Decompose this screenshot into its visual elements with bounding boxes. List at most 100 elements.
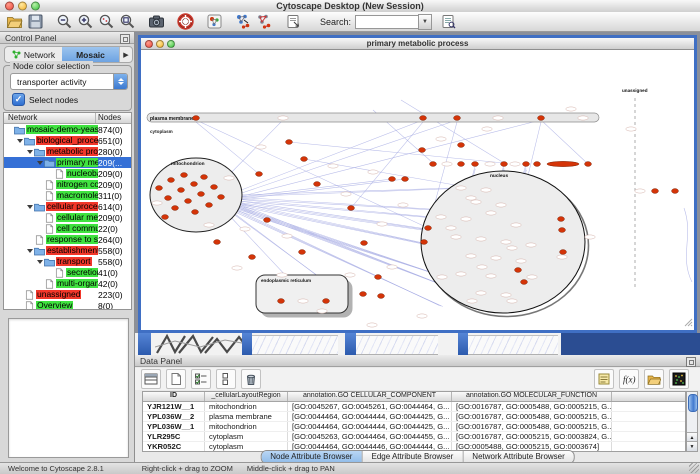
import-attributes-icon[interactable] <box>644 369 664 389</box>
vizmapper-icon[interactable] <box>206 13 223 30</box>
zoom-in-icon[interactable] <box>77 13 94 30</box>
tree-row[interactable]: cellular process614(0) <box>4 201 131 212</box>
tab-overflow-arrow[interactable]: ▶ <box>119 47 132 62</box>
search-input[interactable] <box>355 15 418 29</box>
toolbar-icons <box>6 13 314 30</box>
network-window-titlebar[interactable]: primary metabolic process <box>141 38 694 50</box>
tree-row[interactable]: establishment of lo558(0) <box>4 245 131 256</box>
new-network-from-selected-edges-icon[interactable] <box>256 13 273 30</box>
tree-row[interactable]: metabolic process280(0) <box>4 146 131 157</box>
window-resize-grip[interactable] <box>689 463 699 473</box>
search-config-icon[interactable] <box>440 13 457 30</box>
close-window-button[interactable] <box>5 2 14 11</box>
tree-row[interactable]: secretion41(0) <box>4 267 131 278</box>
tree-row[interactable]: primary metabo209(... <box>4 157 131 168</box>
search-dropdown-button[interactable]: ▼ <box>418 14 432 30</box>
network-window-controls <box>145 40 175 48</box>
zoom-selected-icon[interactable] <box>98 13 115 30</box>
zoom-out-icon[interactable] <box>56 13 73 30</box>
color-attribute-dropdown[interactable]: transporter activity <box>10 73 128 90</box>
tree-col-network[interactable]: Network <box>4 113 96 123</box>
canvas-resize-grip[interactable] <box>685 319 692 326</box>
network-graph[interactable]: plasma membrane cytoplasm mitochondrion … <box>141 50 694 328</box>
tree-row[interactable]: macromolecule311(0) <box>4 190 131 201</box>
network-view-window[interactable]: primary metabolic process plasma membran… <box>138 35 697 333</box>
attribute-table-header: ID_cellularLayoutRegionannotation.GO CEL… <box>143 392 685 402</box>
folder-icon <box>14 125 26 135</box>
scrollbar-thumb[interactable] <box>688 394 698 412</box>
network-zoom-button[interactable] <box>167 40 175 48</box>
file-icon <box>54 169 66 179</box>
disclosure-spacer <box>36 278 44 289</box>
minimize-window-button[interactable] <box>18 2 27 11</box>
folder-icon <box>34 147 46 157</box>
table-row[interactable]: YLR295Ccytoplasm[GO:0045263, GO:0044464,… <box>143 432 685 442</box>
tree-row-count: 874(0) <box>98 125 131 135</box>
new-network-from-selected-nodes-icon[interactable] <box>235 13 252 30</box>
disclosure-spacer <box>26 234 34 245</box>
status-zoom-hint: Right-click + drag to ZOOM <box>142 464 233 473</box>
disclosure-triangle-icon[interactable] <box>36 157 44 168</box>
new-attribute-icon[interactable] <box>166 369 186 389</box>
tree-row-label: transport <box>56 257 92 267</box>
tree-row[interactable]: nitrogen compo209(0) <box>4 179 131 190</box>
annotation-icon[interactable] <box>285 13 302 30</box>
tab-mosaic[interactable]: Mosaic <box>62 47 119 62</box>
mitochondrion-region[interactable] <box>150 158 242 232</box>
attribute-matrix-icon[interactable] <box>669 369 689 389</box>
tab-network-label: Network <box>24 50 55 60</box>
disclosure-triangle-icon[interactable] <box>26 146 34 157</box>
select-nodes-checkbox[interactable]: ✓ <box>12 93 25 106</box>
tree-row[interactable]: multi-organism pro42(0) <box>4 278 131 289</box>
float-panel-icon[interactable] <box>120 34 130 44</box>
select-attributes-icon[interactable] <box>191 369 211 389</box>
table-column-header[interactable]: _cellularLayoutRegion <box>205 392 288 401</box>
tree-row[interactable]: Overview8(0) <box>4 300 131 310</box>
delete-attribute-icon[interactable] <box>241 369 261 389</box>
network-minimize-button[interactable] <box>156 40 164 48</box>
tree-row[interactable]: unassigned223(0) <box>4 289 131 300</box>
zoom-window-button[interactable] <box>31 2 40 11</box>
tree-row[interactable]: transport558(0) <box>4 256 131 267</box>
tree-row[interactable]: response to stimul264(0) <box>4 234 131 245</box>
disclosure-triangle-icon[interactable] <box>36 256 44 267</box>
table-cell: [GO:0044464, GO:0044444, GO:0044425, G..… <box>288 412 452 421</box>
unselect-attributes-icon[interactable] <box>216 369 236 389</box>
tree-row[interactable]: biological_process651(0) <box>4 135 131 146</box>
attribute-notes-icon[interactable] <box>594 369 614 389</box>
disclosure-spacer <box>36 179 44 190</box>
float-panel-icon[interactable] <box>686 357 696 367</box>
tab-network[interactable]: Network <box>5 47 62 62</box>
zoom-fit-icon[interactable] <box>119 13 136 30</box>
table-row[interactable]: YPL036W__1mitochondrion[GO:0044464, GO:0… <box>143 422 685 432</box>
table-row[interactable]: YJR121W__1mitochondrion[GO:0045267, GO:0… <box>143 402 685 412</box>
table-vertical-scrollbar[interactable]: ▲ ▼ <box>686 391 698 452</box>
function-builder-icon[interactable]: f(x) <box>619 369 639 389</box>
disclosure-triangle-icon[interactable] <box>16 135 24 146</box>
open-session-icon[interactable] <box>6 13 23 30</box>
attribute-table-icon[interactable] <box>141 369 161 389</box>
main-toolbar: Search: ▼ <box>0 12 700 32</box>
network-canvas[interactable]: plasma membrane cytoplasm mitochondrion … <box>141 50 694 328</box>
tree-col-nodes[interactable]: Nodes <box>96 113 131 123</box>
snapshot-icon[interactable] <box>148 13 165 30</box>
scroll-down-button[interactable]: ▼ <box>687 441 697 451</box>
disclosure-triangle-icon[interactable] <box>26 245 34 256</box>
network-close-button[interactable] <box>145 40 153 48</box>
table-column-header[interactable]: annotation.GO MOLECULAR_FUNCTION <box>452 392 612 401</box>
tree-row[interactable]: cell communicat22(0) <box>4 223 131 234</box>
tree-row[interactable]: mosaic-demo-yeast874(0) <box>4 124 131 135</box>
table-column-header[interactable]: ID <box>143 392 205 401</box>
save-session-icon[interactable] <box>27 13 44 30</box>
tree-row[interactable]: cellular metabo209(0) <box>4 212 131 223</box>
attribute-table[interactable]: ID_cellularLayoutRegionannotation.GO CEL… <box>142 391 686 452</box>
dropdown-stepper-icon <box>113 74 127 89</box>
birds-eye-view[interactable] <box>8 318 129 458</box>
table-row[interactable]: YPL036W__2plasma membrane[GO:0044464, GO… <box>143 412 685 422</box>
table-column-header[interactable]: annotation.GO CELLULAR_COMPONENT <box>288 392 452 401</box>
folder-icon <box>34 246 46 256</box>
disclosure-triangle-icon[interactable] <box>26 201 34 212</box>
plasma-membrane-region[interactable] <box>147 113 599 122</box>
help-icon[interactable] <box>177 13 194 30</box>
tree-row[interactable]: nucleobase-209(0) <box>4 168 131 179</box>
